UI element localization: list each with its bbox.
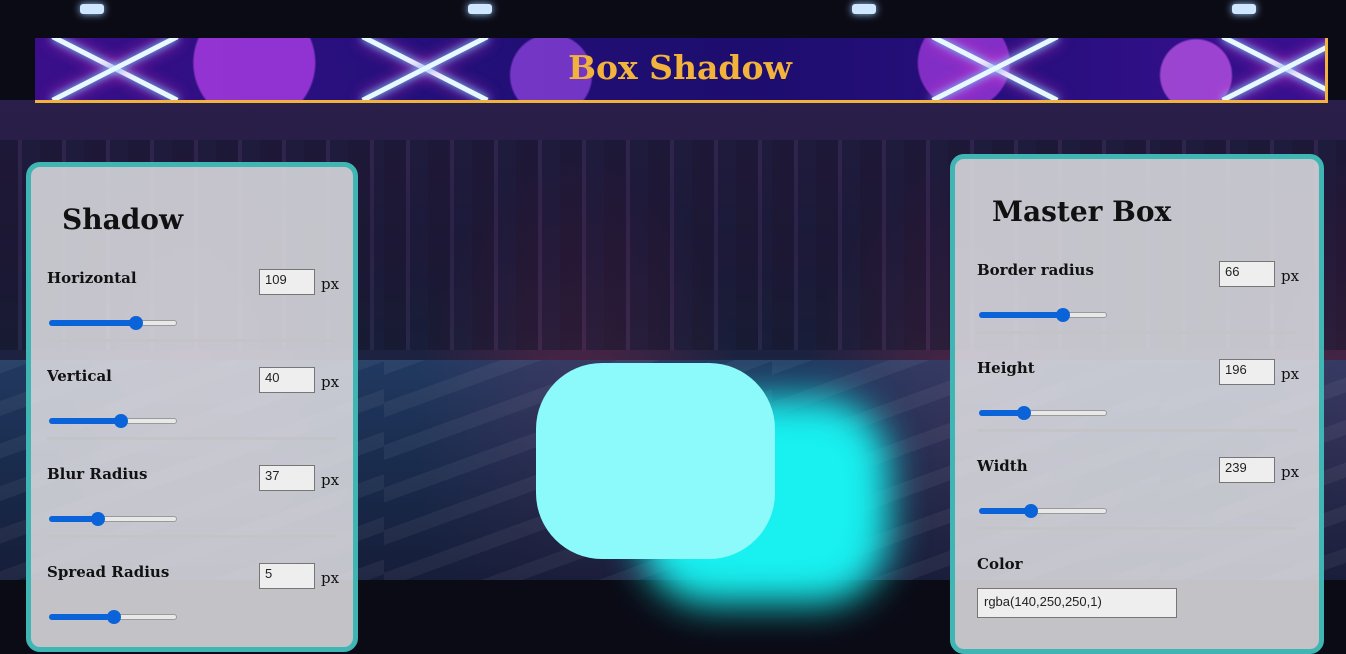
slider-fill xyxy=(979,312,1063,318)
spread-radius-control: Spread Radius 5 px xyxy=(47,563,347,643)
border-radius-input[interactable]: 66 xyxy=(1219,261,1275,287)
vertical-unit: px xyxy=(321,373,340,391)
spread-radius-slider[interactable] xyxy=(49,609,177,625)
blur-radius-slider[interactable] xyxy=(49,511,177,527)
shadow-panel: Shadow Horizontal 109 px Vertical 40 px … xyxy=(26,162,358,652)
horizontal-input[interactable]: 109 xyxy=(259,269,315,295)
height-input[interactable]: 196 xyxy=(1219,359,1275,385)
height-unit: px xyxy=(1281,365,1300,383)
horizontal-control: Horizontal 109 px xyxy=(47,269,347,349)
blur-radius-unit: px xyxy=(321,471,340,489)
spread-radius-label: Spread Radius xyxy=(47,563,170,581)
slider-fill xyxy=(49,320,136,326)
height-slider[interactable] xyxy=(979,405,1107,421)
divider xyxy=(977,429,1297,432)
spread-radius-unit: px xyxy=(321,569,340,587)
width-label: Width xyxy=(977,457,1028,475)
horizontal-unit: px xyxy=(321,275,340,293)
width-unit: px xyxy=(1281,463,1300,481)
horizontal-label: Horizontal xyxy=(47,269,137,287)
height-label: Height xyxy=(977,359,1035,377)
slider-thumb[interactable] xyxy=(129,316,143,330)
color-label: Color xyxy=(977,555,1023,573)
divider xyxy=(977,527,1297,530)
master-box-panel: Master Box Border radius 66 px Height 19… xyxy=(950,154,1324,654)
lamp-icon xyxy=(1232,4,1256,14)
spread-radius-input[interactable]: 5 xyxy=(259,563,315,589)
blur-radius-label: Blur Radius xyxy=(47,465,148,483)
slider-thumb[interactable] xyxy=(1024,504,1038,518)
color-control: Color rgba(140,250,250,1) xyxy=(977,555,1307,635)
slider-thumb[interactable] xyxy=(114,414,128,428)
border-radius-unit: px xyxy=(1281,267,1300,285)
width-control: Width 239 px xyxy=(977,457,1307,537)
divider xyxy=(47,339,337,342)
page-header: Box Shadow xyxy=(35,38,1328,103)
lamp-icon xyxy=(468,4,492,14)
color-input[interactable]: rgba(140,250,250,1) xyxy=(977,588,1177,618)
horizontal-slider[interactable] xyxy=(49,315,177,331)
width-input[interactable]: 239 xyxy=(1219,457,1275,483)
width-slider[interactable] xyxy=(979,503,1107,519)
lamp-icon xyxy=(852,4,876,14)
vertical-slider[interactable] xyxy=(49,413,177,429)
height-control: Height 196 px xyxy=(977,359,1307,439)
lamp-icon xyxy=(80,4,104,14)
divider xyxy=(47,535,337,538)
master-box-panel-title: Master Box xyxy=(992,195,1172,228)
border-radius-label: Border radius xyxy=(977,261,1094,279)
border-radius-slider[interactable] xyxy=(979,307,1107,323)
divider xyxy=(47,437,337,440)
slider-fill xyxy=(49,614,114,620)
divider xyxy=(977,331,1297,334)
slider-thumb[interactable] xyxy=(107,610,121,624)
slider-thumb[interactable] xyxy=(1056,308,1070,322)
vertical-control: Vertical 40 px xyxy=(47,367,347,447)
slider-thumb[interactable] xyxy=(91,512,105,526)
blur-radius-input[interactable]: 37 xyxy=(259,465,315,491)
slider-fill xyxy=(49,418,121,424)
vertical-input[interactable]: 40 xyxy=(259,367,315,393)
vertical-label: Vertical xyxy=(47,367,112,385)
page-title: Box Shadow xyxy=(568,48,792,87)
border-radius-control: Border radius 66 px xyxy=(977,261,1307,341)
slider-thumb[interactable] xyxy=(1017,406,1031,420)
shadow-panel-title: Shadow xyxy=(62,203,184,236)
preview-box xyxy=(536,363,775,559)
blur-radius-control: Blur Radius 37 px xyxy=(47,465,347,545)
